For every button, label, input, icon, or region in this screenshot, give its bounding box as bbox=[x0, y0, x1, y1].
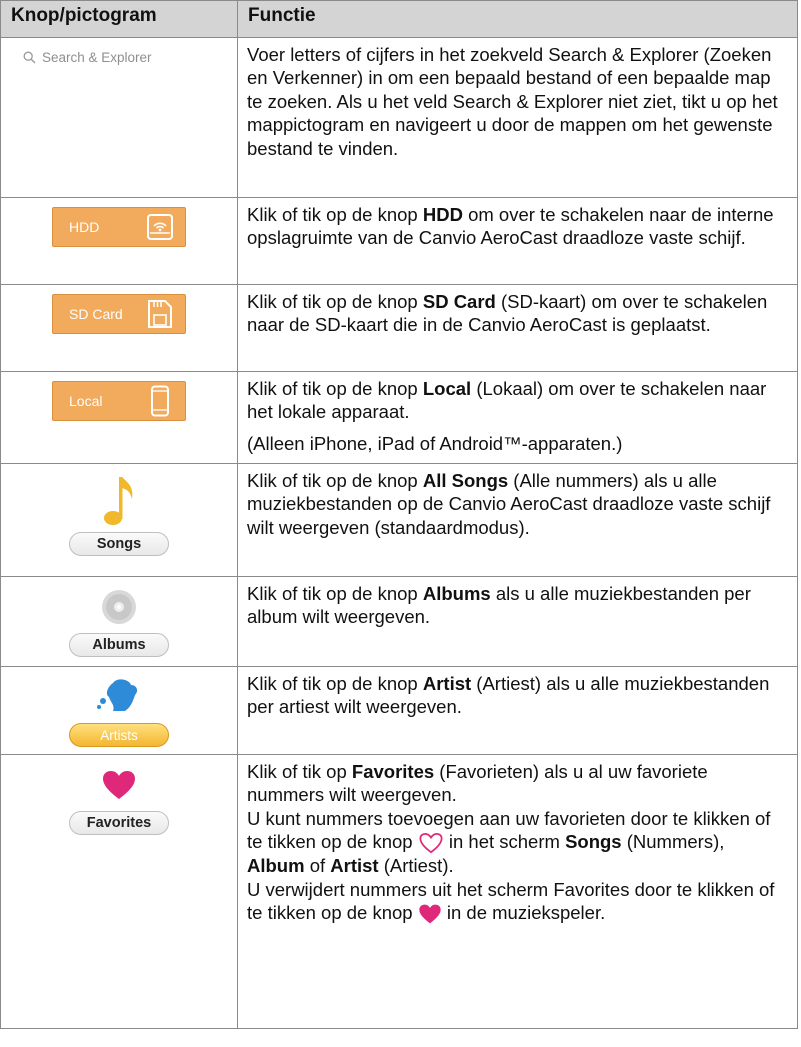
table-row: Local Klik of tik op de knop Local (Loka… bbox=[0, 371, 798, 464]
search-description: Voer letters of cijfers in het zoekveld … bbox=[247, 44, 778, 159]
hdd-button-label: HDD bbox=[69, 219, 100, 235]
text: (Nummers), bbox=[621, 831, 725, 853]
icon-cell: Albums bbox=[0, 576, 238, 667]
local-button-label: Local bbox=[69, 393, 103, 409]
table-row: Artists Klik of tik op de knop Artist (A… bbox=[0, 666, 798, 755]
text: Klik of tik op de knop bbox=[247, 583, 423, 604]
table-row: Favorites Klik of tik op Favorites (Favo… bbox=[0, 754, 798, 1029]
bold-term: Album bbox=[247, 855, 305, 877]
artists-button[interactable]: Artists bbox=[69, 723, 169, 747]
text: Klik of tik op de knop bbox=[247, 204, 423, 225]
heart-icon bbox=[1, 759, 237, 811]
local-button[interactable]: Local bbox=[52, 381, 186, 421]
function-table: Knop/pictogram Functie Search & Explorer… bbox=[0, 0, 798, 1029]
table-row: Search & Explorer Voer letters of cijfer… bbox=[0, 37, 798, 198]
bold-term: Albums bbox=[422, 583, 491, 604]
function-cell: Klik of tik op de knop SD Card (SD-kaart… bbox=[237, 284, 798, 372]
text: in de muziekspeler. bbox=[441, 902, 606, 924]
icon-cell: Favorites bbox=[0, 754, 238, 1029]
sd-card-icon bbox=[145, 299, 175, 329]
table-row: HDD Klik of tik op de knop HDD om over t… bbox=[0, 197, 798, 285]
hdd-button[interactable]: HDD bbox=[52, 207, 186, 247]
albums-button-label: Albums bbox=[92, 637, 146, 653]
icon-cell: HDD bbox=[0, 197, 238, 285]
function-cell: Klik of tik op de knop HDD om over te sc… bbox=[237, 197, 798, 285]
heart-outline-icon bbox=[419, 833, 443, 854]
search-icon bbox=[23, 51, 36, 64]
favorites-button[interactable]: Favorites bbox=[69, 811, 169, 835]
bold-term: Artist bbox=[330, 855, 379, 877]
wifi-drive-icon bbox=[145, 212, 175, 242]
text: Klik of tik op bbox=[247, 761, 352, 782]
songs-button[interactable]: Songs bbox=[69, 532, 169, 556]
text: Klik of tik op de knop bbox=[247, 470, 423, 491]
icon-cell: SD Card bbox=[0, 284, 238, 372]
table-row: Albums Klik of tik op de knop Albums als… bbox=[0, 576, 798, 667]
sd-card-button[interactable]: SD Card bbox=[52, 294, 186, 334]
text: in het scherm bbox=[443, 831, 566, 853]
bold-term: Songs bbox=[565, 831, 622, 853]
bold-term: Favorites bbox=[351, 761, 435, 782]
artists-button-label: Artists bbox=[100, 727, 138, 743]
search-explorer-label: Search & Explorer bbox=[42, 50, 152, 65]
sd-card-button-label: SD Card bbox=[69, 306, 123, 322]
music-note-icon bbox=[1, 468, 237, 532]
header-button-icon: Knop/pictogram bbox=[0, 0, 238, 38]
favorites-button-label: Favorites bbox=[86, 815, 152, 831]
text: (Artiest). bbox=[378, 855, 454, 877]
bold-term: SD Card bbox=[422, 291, 496, 312]
bold-term: Artist bbox=[422, 673, 472, 694]
text: Klik of tik op de knop bbox=[247, 291, 423, 312]
artist-icon bbox=[1, 671, 237, 723]
search-explorer-field[interactable]: Search & Explorer bbox=[1, 38, 237, 65]
albums-button[interactable]: Albums bbox=[69, 633, 169, 657]
table-row: SD Card Klik of tik op de knop SD Card (… bbox=[0, 284, 798, 372]
function-cell: Klik of tik op Favorites (Favorieten) al… bbox=[237, 754, 798, 1029]
heart-icon bbox=[419, 904, 441, 924]
function-cell: Klik of tik op de knop Local (Lokaal) om… bbox=[237, 371, 798, 464]
icon-cell: Songs bbox=[0, 463, 238, 577]
function-cell: Klik of tik op de knop Artist (Artiest) … bbox=[237, 666, 798, 755]
text: of bbox=[304, 855, 331, 877]
text: Klik of tik op de knop bbox=[247, 378, 423, 399]
function-cell: Voer letters of cijfers in het zoekveld … bbox=[237, 37, 798, 198]
table-header-row: Knop/pictogram Functie bbox=[0, 0, 798, 38]
bold-term: All Songs bbox=[422, 470, 509, 491]
bold-term: HDD bbox=[422, 204, 463, 225]
function-cell: Klik of tik op de knop All Songs (Alle n… bbox=[237, 463, 798, 577]
bold-term: Local bbox=[422, 378, 472, 399]
phone-icon bbox=[145, 385, 175, 417]
icon-cell: Local bbox=[0, 371, 238, 464]
songs-button-label: Songs bbox=[96, 536, 142, 552]
disc-icon bbox=[1, 581, 237, 633]
table-row: Songs Klik of tik op de knop All Songs (… bbox=[0, 463, 798, 577]
text: Klik of tik op de knop bbox=[247, 673, 423, 694]
icon-cell: Artists bbox=[0, 666, 238, 755]
icon-cell: Search & Explorer bbox=[0, 37, 238, 198]
header-function: Functie bbox=[237, 0, 798, 38]
function-cell: Klik of tik op de knop Albums als u alle… bbox=[237, 576, 798, 667]
device-note: (Alleen iPhone, iPad of Android™-apparat… bbox=[247, 432, 623, 454]
